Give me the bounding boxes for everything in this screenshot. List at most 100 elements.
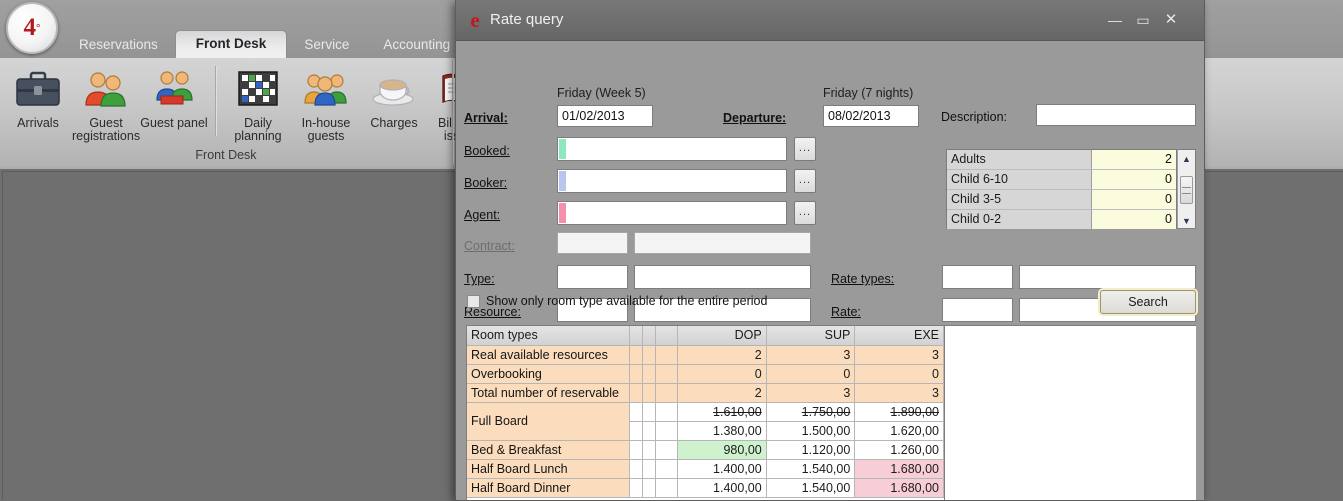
ribbon-button-arrivals[interactable]: Arrivals	[4, 62, 72, 130]
booker-browse-button[interactable]: ...	[794, 169, 816, 193]
row-2-c1	[629, 383, 644, 403]
row-6-c2	[642, 459, 657, 479]
table-row[interactable]: Total number of reservable 2 3 3	[467, 383, 944, 403]
tab-accounting[interactable]: Accounting	[366, 32, 467, 58]
agent-color-swatch	[559, 203, 566, 223]
ribbon-button-guest-registrations[interactable]: Guest registrations	[72, 62, 140, 143]
arrival-date-input[interactable]	[557, 105, 653, 127]
ribbon-button-charges[interactable]: Charges	[360, 62, 428, 130]
table-row[interactable]: Full Board 1.610,00 1.750,00 1.890,00	[467, 402, 944, 441]
booked-browse-button[interactable]: ...	[794, 137, 816, 161]
row-5-c1	[629, 440, 644, 460]
show-only-available-checkbox[interactable]	[467, 294, 480, 308]
rate-types-name-input[interactable]	[1019, 265, 1196, 289]
table-row[interactable]: Bed & Breakfast 980,00 1.120,00 1.260,00	[467, 440, 944, 460]
table-row[interactable]: Half Board Dinner 1.400,00 1.540,00 1.68…	[467, 478, 944, 498]
row-0-c2	[642, 345, 657, 365]
occupancy-row-child-3-5[interactable]: Child 3-5 0	[947, 190, 1176, 210]
logo-degree: °	[36, 22, 41, 34]
type-name-input[interactable]	[634, 265, 811, 289]
agent-browse-button[interactable]: ...	[794, 201, 816, 225]
row-3-c1	[629, 402, 644, 422]
results-grid[interactable]: Room types DOP SUP EXE Real available re…	[466, 325, 944, 500]
maximize-button[interactable]: ▭	[1132, 10, 1154, 30]
row-2-c3	[655, 383, 679, 403]
search-button[interactable]: Search	[1100, 290, 1196, 314]
ribbon-button-guest-panel[interactable]: Guest panel	[140, 62, 208, 130]
calendar-grid-icon	[224, 64, 292, 114]
row-1-sup: 0	[766, 364, 856, 384]
contract-label: Contract:	[464, 239, 515, 253]
row-2-c2	[642, 383, 657, 403]
tab-service[interactable]: Service	[287, 32, 366, 58]
occupancy-row-child-0-2[interactable]: Child 0-2 0	[947, 210, 1176, 229]
departure-date-input[interactable]	[823, 105, 919, 127]
close-button[interactable]: ✕	[1160, 10, 1182, 30]
ribbon-button-daily-planning[interactable]: Daily planning	[224, 62, 292, 143]
row-7-c1	[629, 478, 644, 498]
row-3-sup: 1.750,00	[766, 402, 856, 422]
ribbon-button-in-house-guests[interactable]: In-house guests	[292, 62, 360, 143]
rate-code-input[interactable]	[942, 298, 1013, 322]
ribbon-label-guest-registrations: Guest registrations	[72, 116, 141, 143]
type-code-input[interactable]	[557, 265, 628, 289]
occupancy-row-child-6-10[interactable]: Child 6-10 0	[947, 170, 1176, 190]
header-col-1[interactable]	[629, 326, 644, 346]
scrollbar-thumb[interactable]	[1180, 176, 1193, 204]
minimize-button[interactable]: —	[1104, 10, 1126, 30]
tab-front-desk[interactable]: Front Desk	[174, 30, 288, 58]
contract-code-input[interactable]	[557, 232, 628, 254]
occupancy-grid: Adults 2 Child 6-10 0 Child 3-5 0 Child …	[946, 149, 1177, 229]
rate-types-code-input[interactable]	[942, 265, 1013, 289]
booked-color-swatch	[559, 139, 566, 159]
row-2-exe: 3	[854, 383, 944, 403]
type-label: Type:	[464, 272, 495, 286]
table-header-row: Room types DOP SUP EXE	[467, 326, 944, 346]
dialog-title: Rate query	[490, 11, 564, 28]
rate-label: Rate:	[831, 305, 861, 319]
dialog-content: Friday (Week 5) Arrival: Friday (7 night…	[456, 41, 1204, 500]
tab-reservations[interactable]: Reservations	[62, 32, 175, 58]
table-row[interactable]: Overbooking 0 0 0	[467, 364, 944, 384]
row-1-c3	[655, 364, 679, 384]
row-7-sup: 1.540,00	[766, 478, 856, 498]
dialog-title-bar[interactable]: e Rate query — ▭ ✕	[456, 0, 1204, 41]
table-row[interactable]: Half Board Lunch 1.400,00 1.540,00 1.680…	[467, 459, 944, 479]
row-6-c1	[629, 459, 644, 479]
agent-label: Agent:	[464, 208, 501, 222]
show-only-available-checkbox-row[interactable]: Show only room type available for the en…	[467, 294, 767, 308]
header-col-3[interactable]	[655, 326, 679, 346]
row-label-full-board: Full Board	[467, 402, 631, 441]
occupancy-label-child-6-10: Child 6-10	[947, 170, 1092, 189]
occupancy-value-child-3-5[interactable]: 0	[1092, 190, 1176, 209]
booked-label: Booked:	[464, 144, 510, 158]
row-7-dop: 1.400,00	[677, 478, 767, 498]
app-logo-icon[interactable]: 4 °	[6, 2, 58, 54]
occupancy-row-adults[interactable]: Adults 2	[947, 150, 1176, 170]
row-0-c3	[655, 345, 679, 365]
header-room-types[interactable]: Room types	[467, 326, 631, 346]
scroll-down-icon[interactable]: ▼	[1178, 212, 1195, 230]
ribbon-separator	[215, 66, 217, 136]
row-6-exe: 1.680,00	[854, 459, 944, 479]
description-input[interactable]	[1036, 104, 1196, 126]
occupancy-scrollbar[interactable]: ▲ ▼	[1177, 149, 1196, 229]
header-sup[interactable]: SUP	[766, 326, 856, 346]
row-4-c2	[642, 421, 657, 441]
table-row[interactable]: Real available resources 2 3 3	[467, 345, 944, 365]
occupancy-value-child-6-10[interactable]: 0	[1092, 170, 1176, 189]
ribbon-label-in-house-guests: In-house guests	[301, 116, 351, 143]
occupancy-value-child-0-2[interactable]: 0	[1092, 210, 1176, 229]
scroll-up-icon[interactable]: ▲	[1178, 150, 1195, 168]
row-5-dop: 980,00	[677, 440, 767, 460]
header-dop[interactable]: DOP	[677, 326, 767, 346]
row-1-dop: 0	[677, 364, 767, 384]
contract-name-input[interactable]	[634, 232, 811, 254]
row-3-c3	[655, 402, 679, 422]
header-exe[interactable]: EXE	[854, 326, 944, 346]
occupancy-value-adults[interactable]: 2	[1092, 150, 1176, 169]
header-col-2[interactable]	[642, 326, 657, 346]
occupancy-label-child-3-5: Child 3-5	[947, 190, 1092, 209]
row-1-exe: 0	[854, 364, 944, 384]
row-4-sup: 1.500,00	[766, 421, 856, 441]
